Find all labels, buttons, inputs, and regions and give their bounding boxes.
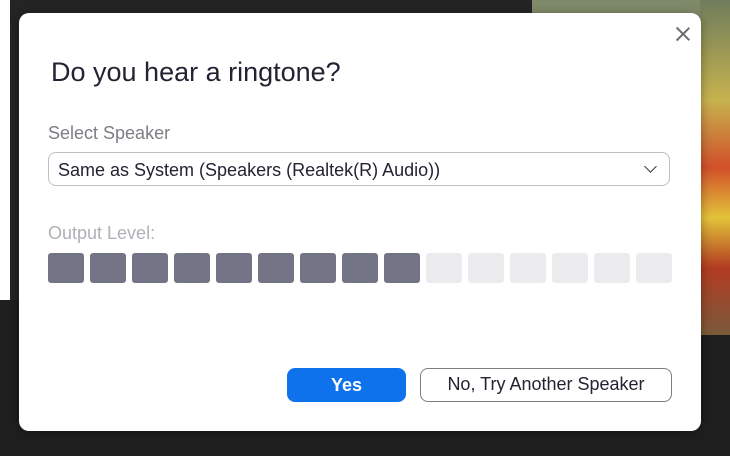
chevron-down-icon (644, 160, 657, 173)
speaker-test-dialog: Do you hear a ringtone? Select Speaker S… (19, 13, 701, 431)
background-photo-edge (700, 0, 730, 335)
meter-segment-inactive (426, 253, 462, 283)
meter-segment-active (216, 253, 252, 283)
dialog-title: Do you hear a ringtone? (51, 57, 341, 87)
select-speaker-label: Select Speaker (48, 123, 171, 143)
meter-segment-active (384, 253, 420, 283)
meter-segment-active (342, 253, 378, 283)
meter-segment-inactive (594, 253, 630, 283)
speaker-dropdown[interactable]: Same as System (Speakers (Realtek(R) Aud… (48, 152, 670, 186)
output-level-meter (48, 253, 672, 283)
meter-segment-active (132, 253, 168, 283)
yes-button[interactable]: Yes (287, 368, 406, 402)
meter-segment-active (258, 253, 294, 283)
output-level-label: Output Level: (48, 223, 156, 243)
meter-segment-active (48, 253, 84, 283)
close-icon[interactable] (672, 23, 694, 45)
try-another-speaker-button[interactable]: No, Try Another Speaker (420, 368, 672, 402)
background-left-strip (0, 0, 10, 300)
meter-segment-active (174, 253, 210, 283)
meter-segment-inactive (510, 253, 546, 283)
meter-segment-inactive (468, 253, 504, 283)
speaker-selected-value: Same as System (Speakers (Realtek(R) Aud… (58, 160, 441, 180)
meter-segment-active (90, 253, 126, 283)
meter-segment-active (300, 253, 336, 283)
meter-segment-inactive (552, 253, 588, 283)
meter-segment-inactive (636, 253, 672, 283)
